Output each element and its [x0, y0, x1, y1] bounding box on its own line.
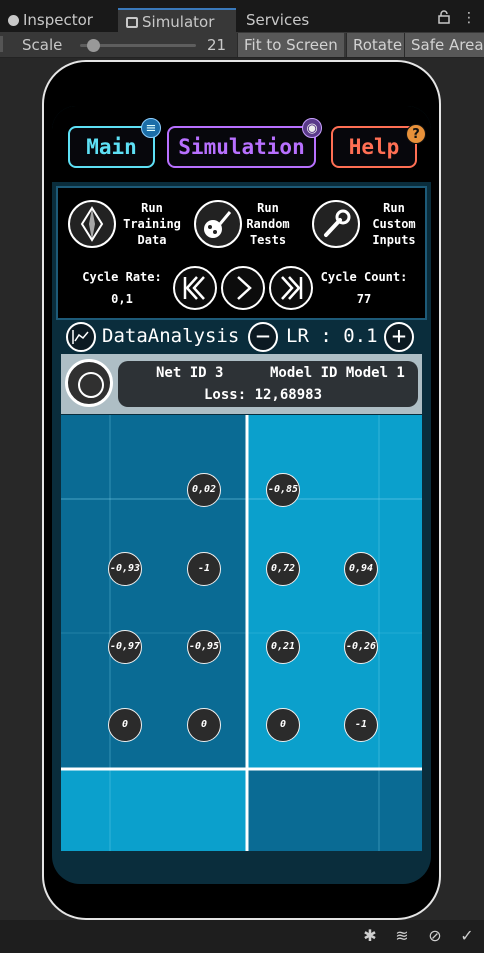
safe-area-button[interactable]: Safe Area: [404, 33, 484, 57]
simulator-icon: [126, 17, 138, 28]
tab-inspector[interactable]: Inspector: [0, 8, 116, 32]
record-icon[interactable]: [65, 359, 113, 407]
simulation-button[interactable]: Simulation: [167, 126, 316, 168]
network-node[interactable]: 0,02: [187, 473, 221, 507]
help-button[interactable]: Help: [331, 126, 417, 168]
more-options-icon[interactable]: ⋮: [462, 10, 476, 26]
network-node[interactable]: 0: [108, 708, 142, 742]
lock-icon[interactable]: [438, 10, 450, 28]
network-icon[interactable]: ⊘: [425, 926, 445, 946]
run-training-data-label: Run Training Data: [123, 201, 181, 247]
cycle-rate-label: Cycle Rate:: [82, 270, 162, 284]
run-custom-inputs-button[interactable]: [312, 200, 360, 248]
tab-simulator-label: Simulator: [142, 13, 215, 31]
network-node[interactable]: -0,26: [344, 630, 378, 664]
fast-forward-button[interactable]: [269, 266, 313, 310]
fit-to-screen-button[interactable]: Fit to Screen: [237, 33, 344, 57]
wrench-icon: [324, 209, 351, 237]
network-node[interactable]: 0,21: [266, 630, 300, 664]
info-icon: [8, 15, 19, 26]
device-screen: Main Simulation Help ≡ ◉ ? Run Training Da…: [52, 106, 431, 884]
control-panel: Run Training Data Run Random Tests Run Custom…: [56, 186, 427, 320]
list-icon: ≡: [141, 118, 161, 138]
paint-brush-icon: [204, 211, 232, 238]
data-analysis-label: DataAnalysis: [102, 325, 240, 347]
tab-simulator[interactable]: Simulator: [118, 8, 236, 32]
network-node[interactable]: 0: [266, 708, 300, 742]
scale-label: Scale: [22, 36, 63, 54]
tab-services-label: Services: [246, 11, 310, 29]
network-node[interactable]: 0,94: [344, 552, 378, 586]
network-node[interactable]: -1: [187, 552, 221, 586]
question-icon: ?: [406, 124, 426, 144]
scale-value: 21: [207, 36, 227, 54]
cycle-rate-value: 0,1: [111, 292, 133, 306]
chart-icon[interactable]: [66, 322, 96, 352]
eye-icon: ◉: [302, 118, 322, 138]
run-random-tests-button[interactable]: [194, 200, 242, 248]
learning-rate-label: LR : 0.1: [286, 325, 378, 347]
play-button[interactable]: [221, 266, 265, 310]
network-node[interactable]: -1: [344, 708, 378, 742]
rewind-button[interactable]: [173, 266, 217, 310]
network-node[interactable]: 0: [187, 708, 221, 742]
lr-decrease-button[interactable]: −: [248, 322, 278, 352]
rotate-button[interactable]: Rotate: [346, 33, 404, 57]
play-icon: [237, 276, 252, 300]
network-node[interactable]: -0,93: [108, 552, 142, 586]
run-random-tests-label: Run Random Tests: [246, 201, 290, 247]
network-info-box: Net ID 3 Model ID Model 1 Loss: 12,68983: [118, 361, 418, 407]
loss-value: Loss: 12,68983: [204, 387, 323, 403]
data-visualization-grid: 0,02 -0,85 -0,93 -1 0,72 0,94 -0,97 -0,95 0,21 -0…: [61, 415, 422, 851]
diamond-icon: [80, 206, 104, 242]
tab-services[interactable]: Services: [238, 8, 348, 32]
network-node[interactable]: -0,95: [187, 630, 221, 664]
run-training-data-button[interactable]: [68, 200, 116, 248]
analysis-bar: DataAnalysis − LR : 0.1 +: [52, 322, 431, 352]
fast-forward-icon: [281, 276, 303, 300]
check-circle-icon[interactable]: ✓: [457, 926, 477, 946]
rewind-icon: [183, 276, 205, 300]
app-top-bar: Main Simulation Help ≡ ◉ ?: [52, 106, 431, 182]
editor-status-bar: ✱ ≋ ⊘ ✓: [0, 920, 484, 953]
toolbar-handle: [0, 36, 3, 52]
bug-icon[interactable]: ✱: [360, 926, 380, 946]
tab-inspector-label: Inspector: [23, 11, 93, 29]
net-id: Net ID 3: [156, 365, 224, 381]
scale-slider-thumb[interactable]: [86, 39, 100, 52]
cycle-count-value: 77: [356, 292, 372, 306]
layers-icon[interactable]: ≋: [392, 926, 412, 946]
network-info-panel: Net ID 3 Model ID Model 1 Loss: 12,68983: [61, 354, 422, 414]
network-node[interactable]: -0,97: [108, 630, 142, 664]
cycle-count-label: Cycle Count:: [320, 270, 408, 284]
lr-increase-button[interactable]: +: [384, 322, 414, 352]
network-node[interactable]: 0,72: [266, 552, 300, 586]
network-node[interactable]: -0,85: [266, 473, 300, 507]
editor-tab-bar: Inspector Simulator Services ⋮: [0, 0, 484, 32]
run-custom-inputs-label: Run Custom Inputs: [372, 201, 416, 247]
model-id: Model ID Model 1: [270, 365, 405, 381]
